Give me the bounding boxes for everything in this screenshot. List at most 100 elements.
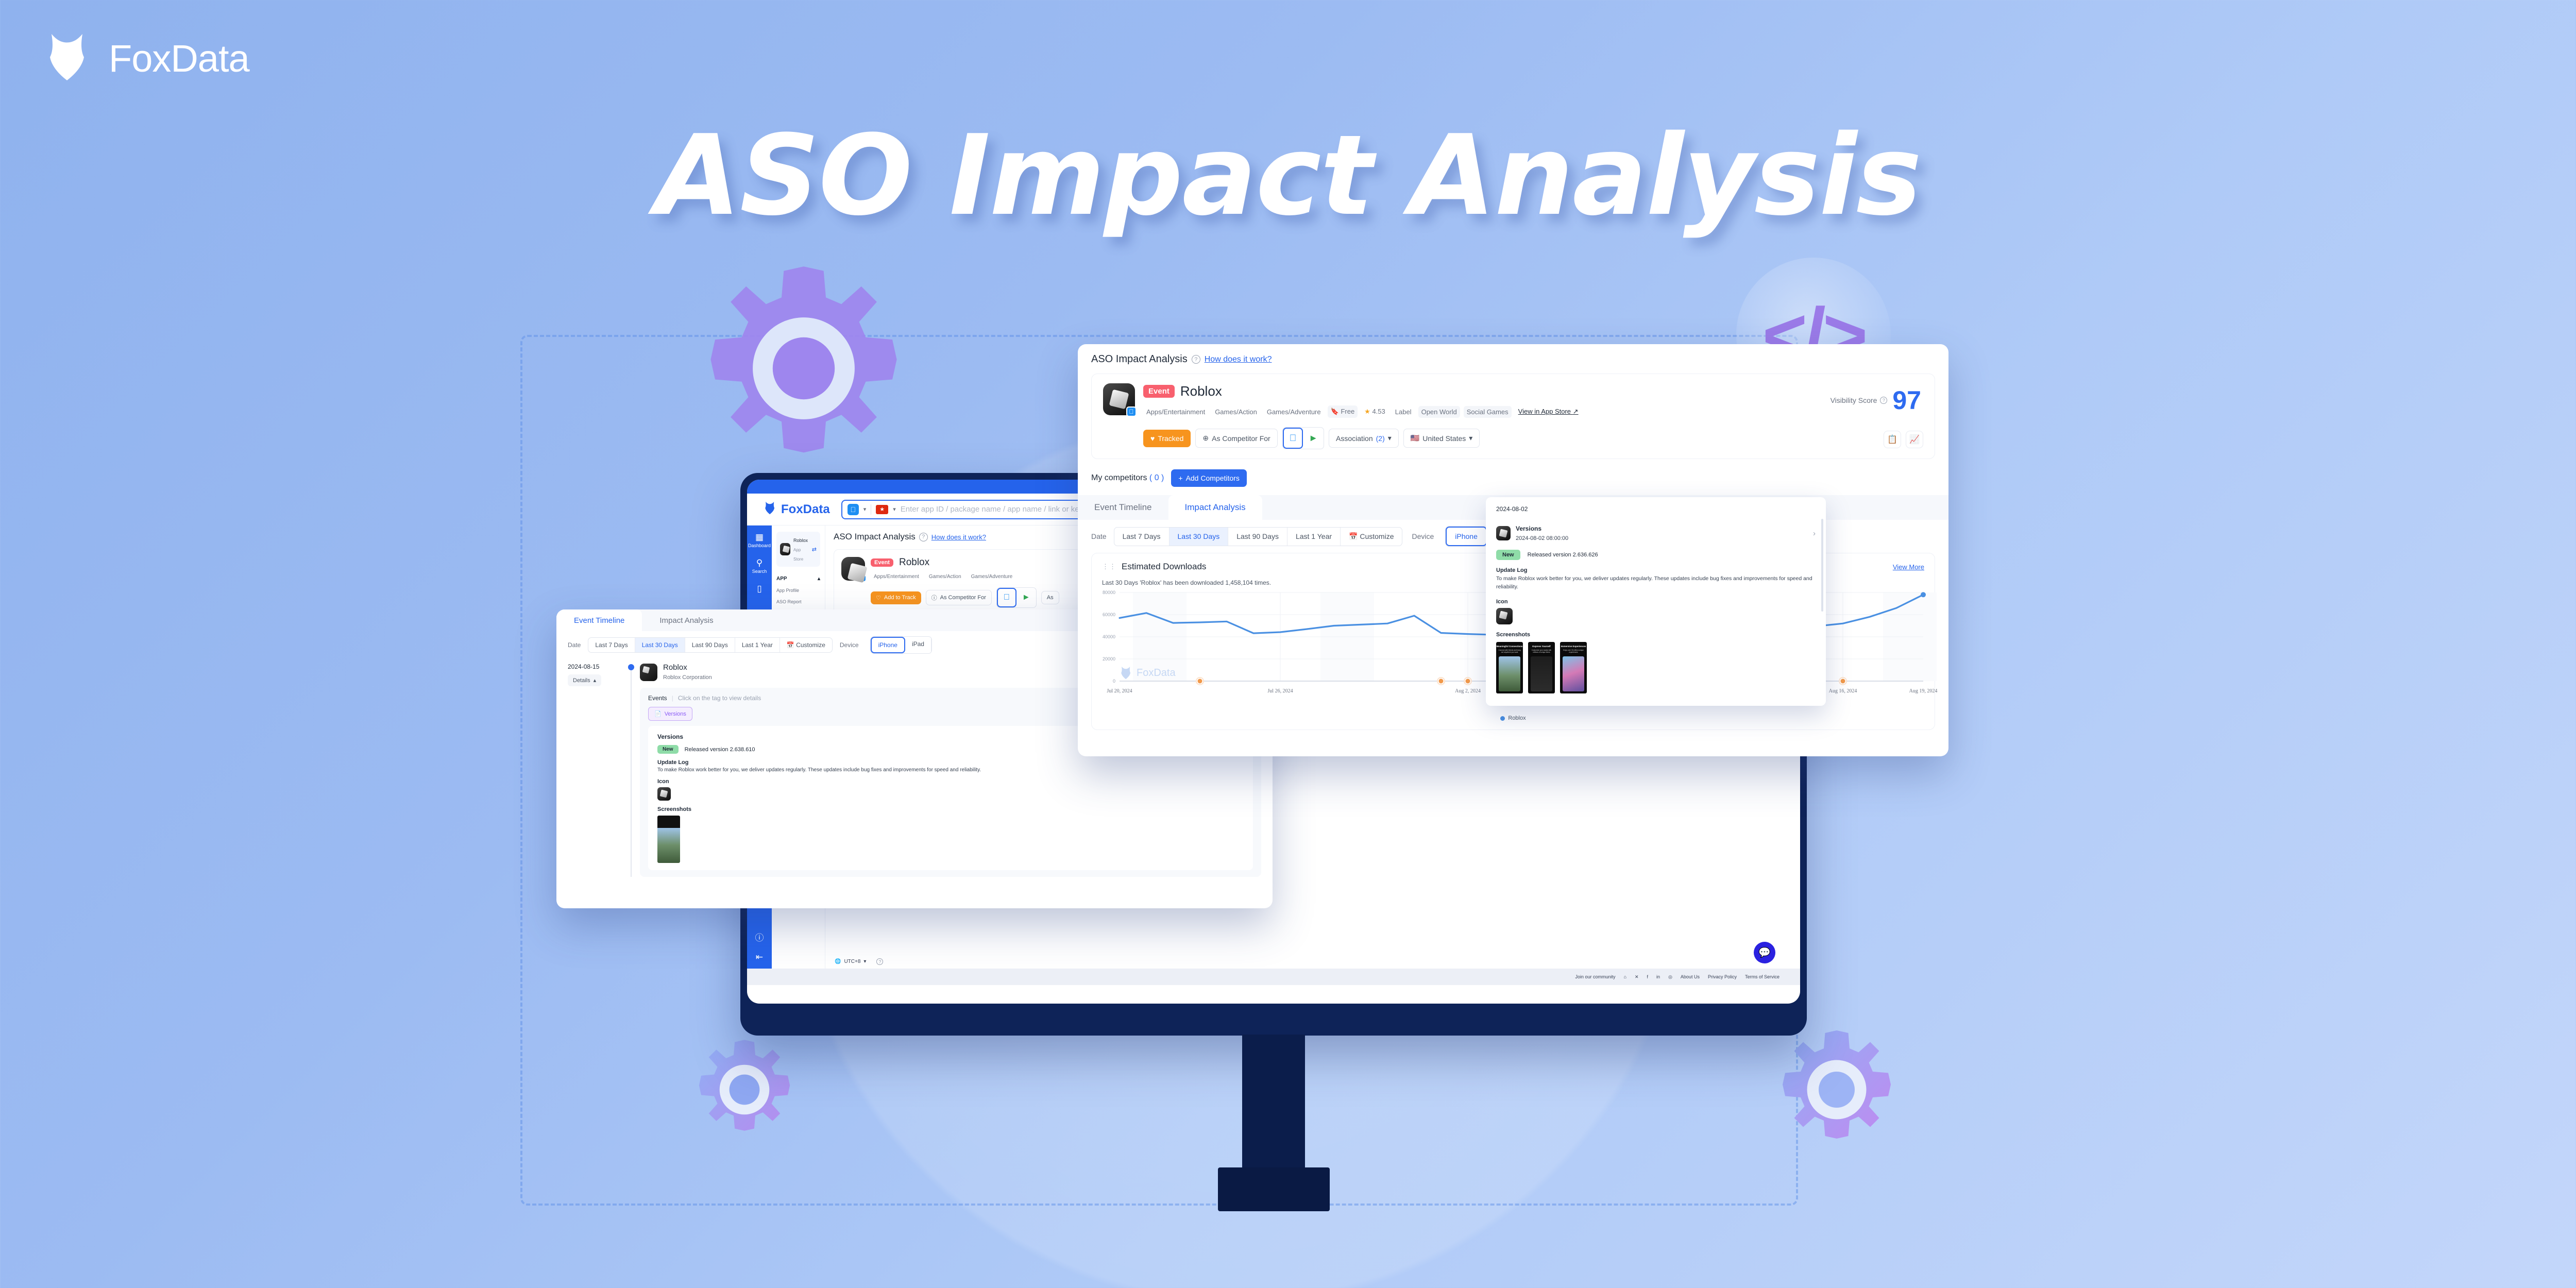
view-in-app-store-link[interactable]: View in App Store ↗ <box>1515 405 1582 418</box>
submenu-section-label: APP <box>776 576 787 582</box>
sidebar-item-help[interactable]: ⓘ <box>755 934 764 942</box>
google-play-icon[interactable]: ► <box>1303 428 1324 449</box>
question-icon[interactable]: ? <box>1880 397 1888 404</box>
swap-icon[interactable]: ⇄ <box>812 546 817 553</box>
as-competitor-for-button[interactable]: ⊕ As Competitor For <box>1195 429 1278 448</box>
google-play-icon[interactable]: ► <box>1016 588 1036 607</box>
footer-link-privacy[interactable]: Privacy Policy <box>1708 974 1737 979</box>
store-toggle[interactable]: ► <box>996 587 1037 608</box>
page-title: ASO Impact Analysis <box>655 111 1922 240</box>
view-more-link[interactable]: View More <box>1893 563 1924 571</box>
tooltip-screenshots: Meaningful Connections Connect with frie… <box>1496 641 1816 693</box>
external-link-icon: ↗ <box>1572 408 1579 415</box>
filter-customize[interactable]: 📅 Customize <box>780 638 832 652</box>
association-button[interactable]: As <box>1041 591 1059 604</box>
timeline-date: 2024-08-15 <box>568 663 600 670</box>
tab-event-timeline[interactable]: Event Timeline <box>1078 495 1168 520</box>
screenshot-thumbnail[interactable]: Immersive Experiences Enjoy over 30 mill… <box>1560 641 1587 693</box>
app-icon-buttons: 📋 📈 <box>1884 431 1923 448</box>
question-icon[interactable]: ? <box>1191 355 1200 364</box>
date-filter-group: Last 7 Days Last 30 Days Last 90 Days La… <box>1113 527 1403 546</box>
instagram-icon[interactable]: ◎ <box>1668 974 1672 980</box>
linkedin-icon[interactable]: in <box>1656 974 1660 979</box>
facebook-icon[interactable]: f <box>1647 974 1649 979</box>
tooltip-scrollbar[interactable] <box>1821 519 1823 612</box>
tooltip-update-log-text: To make Roblox work better for you, we d… <box>1496 575 1812 590</box>
plus-circle-icon: ⓘ <box>931 595 937 601</box>
how-does-it-work-link[interactable]: How does it work? <box>931 533 986 541</box>
tooltip-event-title: Versions <box>1516 525 1542 532</box>
sidebar-item-label: Search <box>752 569 767 574</box>
screenshot-thumbnail[interactable] <box>657 816 680 863</box>
sidebar-item-aso-report[interactable]: ASO Report <box>776 599 820 604</box>
current-app-card[interactable]: Roblox App Store ⇄ <box>776 532 820 567</box>
chevron-right-icon[interactable]: › <box>1813 529 1816 538</box>
sidebar-item-collapse[interactable]: ⇤ <box>756 953 763 969</box>
window-title-row: ASO Impact Analysis ? How does it work? <box>1091 353 1935 365</box>
search-input[interactable]: Enter app ID / package name / app name /… <box>901 505 1106 514</box>
screenshot-thumbnail[interactable]: Meaningful Connections Connect with frie… <box>1496 641 1523 693</box>
calendar-icon: 📅 <box>1349 530 1358 540</box>
hk-flag-icon[interactable]: ★ <box>876 504 889 514</box>
app-store-icon[interactable]:  <box>1282 428 1303 449</box>
chart-legend: Roblox <box>1102 715 1924 721</box>
chevron-down-icon[interactable]: ▾ <box>863 506 867 513</box>
association-dropdown[interactable]: Association (2) ▾ <box>1329 429 1399 448</box>
chevron-up-icon[interactable]: ▴ <box>818 576 820 582</box>
app-store-icon[interactable]:  <box>847 503 859 515</box>
store-toggle[interactable]:  ► <box>1282 427 1325 449</box>
timeline-details-toggle[interactable]: Details ▴ <box>568 674 602 686</box>
filter-last-1-year[interactable]: Last 1 Year <box>1287 527 1341 546</box>
home-icon[interactable]: ⌂ <box>1624 974 1626 979</box>
filter-last-90-days[interactable]: Last 90 Days <box>1228 527 1287 546</box>
report-icon[interactable]: 📋 <box>1884 431 1901 448</box>
footer-link-terms[interactable]: Terms of Service <box>1745 974 1780 979</box>
tooltip-icon-label: Icon <box>1496 598 1508 605</box>
sidebar-item-dashboard[interactable]: ▦ Dashboard <box>748 533 771 548</box>
footer-link-about[interactable]: About Us <box>1681 974 1700 979</box>
chat-bubble-icon[interactable]: 💬 <box>1754 942 1775 963</box>
tab-impact-analysis[interactable]: Impact Analysis <box>642 609 731 631</box>
as-competitor-for-button[interactable]: ⓘ As Competitor For <box>925 590 992 605</box>
rating-tag: ★ 4.53 <box>1364 408 1385 415</box>
question-icon[interactable]: ? <box>876 958 884 965</box>
sidebar-item-search[interactable]: ⚲ Search <box>752 558 767 574</box>
filter-customize[interactable]: 📅 Customize <box>1341 528 1402 546</box>
trend-icon[interactable]: 📈 <box>1906 431 1923 448</box>
filter-iphone[interactable]: iPhone <box>870 637 905 653</box>
how-does-it-work-link[interactable]: How does it work? <box>1205 355 1272 364</box>
sidebar-item-chat[interactable]: ▯ <box>757 584 761 593</box>
event-badge: Event <box>871 558 893 567</box>
add-competitors-button[interactable]: + Add Competitors <box>1171 469 1247 487</box>
timeline-left: 2024-08-15 Details ▴ <box>568 663 631 877</box>
svg-text:40000: 40000 <box>1103 634 1115 639</box>
sidebar-item-app-profile[interactable]: App Profile <box>776 588 820 593</box>
timezone-select[interactable]: 🌐 UTC+8 ▾ <box>829 957 872 967</box>
x-icon[interactable]: ✕ <box>1635 974 1639 980</box>
filter-last-90-days[interactable]: Last 90 Days <box>685 638 735 652</box>
app-store-icon:  <box>1126 406 1137 417</box>
filter-last-7-days[interactable]: Last 7 Days <box>588 638 635 652</box>
add-to-track-button[interactable]: ♡ Add to Track <box>871 591 921 604</box>
filter-ipad[interactable]: iPad <box>905 637 931 653</box>
plus-icon: + <box>1178 472 1183 482</box>
chevron-down-icon[interactable]: ▾ <box>893 506 896 513</box>
event-tag-versions[interactable]: 📄 Versions <box>648 707 692 721</box>
inner-app-name: Roblox <box>899 557 930 568</box>
country-dropdown[interactable]: 🇺🇸 United States ▾ <box>1403 429 1480 448</box>
tab-event-timeline[interactable]: Event Timeline <box>556 609 642 631</box>
filter-iphone[interactable]: iPhone <box>1446 527 1487 546</box>
filter-last-1-year[interactable]: Last 1 Year <box>735 638 780 652</box>
chart-watermark: FoxData <box>1120 666 1176 680</box>
question-icon[interactable]: ? <box>919 532 928 541</box>
tracked-button[interactable]: ♥ Tracked <box>1143 429 1191 447</box>
drag-handle-icon[interactable]: ⋮⋮ <box>1102 563 1116 571</box>
filter-last-7-days[interactable]: Last 7 Days <box>1114 527 1170 546</box>
app-store-icon[interactable]:  <box>996 588 1016 607</box>
tab-impact-analysis[interactable]: Impact Analysis <box>1168 495 1262 520</box>
screenshot-thumbnail[interactable]: Express Yourself Customize your avatar w… <box>1528 641 1555 693</box>
filter-last-30-days[interactable]: Last 30 Days <box>635 638 685 652</box>
filter-last-30-days[interactable]: Last 30 Days <box>1169 527 1229 546</box>
tooltip-event-time: 2024-08-02 08:00:00 <box>1516 535 1569 541</box>
chevron-down-icon: ▾ <box>1469 434 1472 443</box>
